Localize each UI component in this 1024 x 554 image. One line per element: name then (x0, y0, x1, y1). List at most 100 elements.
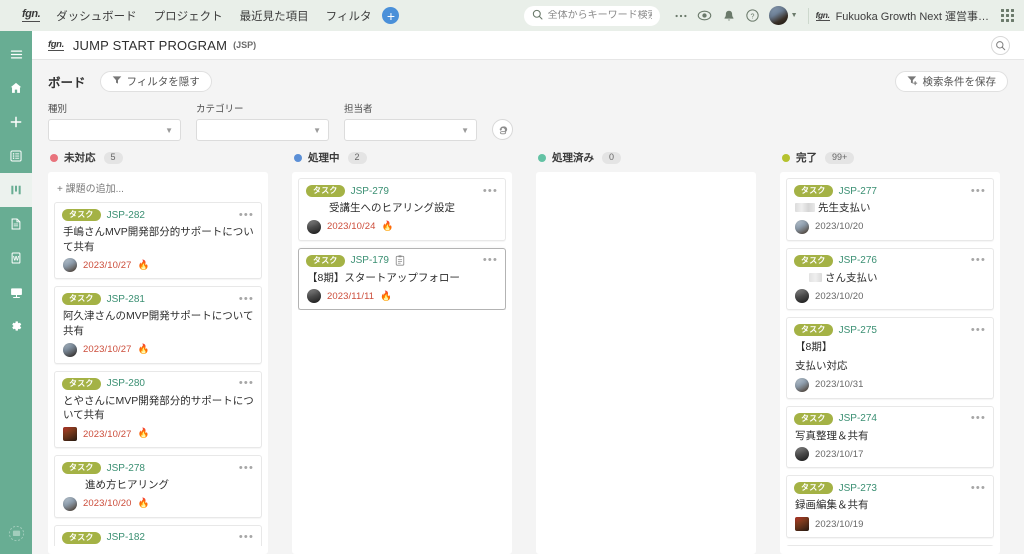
card-title: 【8期】 (795, 341, 833, 354)
brand-logo[interactable]: fgn. (22, 9, 41, 22)
issue-card[interactable]: タスク JSP-280 ••• とやさんにMVP開発部分的サポートについて共有 2023… (54, 370, 262, 449)
assignee-avatar[interactable] (63, 342, 77, 357)
issue-card[interactable]: タスクJSP-182•••【8期】レポート作成2023/11/09🔥 (54, 524, 262, 546)
card-key-link[interactable]: JSP-275 (839, 325, 877, 336)
sidebar-item-document[interactable] (0, 207, 32, 241)
add-button[interactable]: + (382, 7, 400, 24)
card-key-link[interactable]: JSP-278 (107, 463, 145, 474)
card-menu-button[interactable]: ••• (971, 185, 986, 197)
assignee-avatar[interactable] (795, 517, 809, 532)
help-icon[interactable]: ? (741, 4, 765, 28)
column-body[interactable]: タスク JSP-279 ••• 受講生へのヒアリング設定 2023/10/24 🔥 タスク J… (292, 172, 512, 554)
issue-card[interactable]: タスク JSP-282 ••• 手嶋さんMVP開発部分的サポートについて共有 2023/… (54, 202, 262, 280)
issue-card[interactable]: タスクJSP-272•••受講後の案内（池園担当）2023/10/17 (786, 545, 994, 546)
page-title[interactable]: JUMP START PROGRAM (73, 38, 227, 53)
filter-category-select[interactable]: ▼ (196, 119, 329, 141)
card-key-link[interactable]: JSP-179 (351, 255, 389, 266)
global-nav: ダッシュボード プロジェクト 最近見た項目 フィルタ (56, 8, 371, 24)
card-menu-button[interactable]: ••• (483, 255, 498, 266)
svg-text:W: W (13, 255, 19, 262)
sidebar-item-settings[interactable] (0, 309, 32, 343)
assignee-avatar[interactable] (795, 219, 809, 234)
nav-recent[interactable]: 最近見た項目 (240, 8, 309, 24)
add-issue-button[interactable]: + 課題の追加... (54, 178, 262, 202)
bell-icon[interactable] (717, 4, 741, 28)
assignee-avatar[interactable] (63, 258, 77, 273)
card-menu-button[interactable]: ••• (239, 293, 254, 305)
card-key-link[interactable]: JSP-273 (839, 483, 877, 494)
filter-type-select[interactable]: ▼ (48, 119, 181, 141)
card-menu-button[interactable]: ••• (483, 185, 498, 197)
hide-filter-button[interactable]: フィルタを隠す (99, 71, 212, 92)
column-title: 処理中 (308, 152, 340, 164)
card-menu-button[interactable]: ••• (239, 462, 254, 474)
more-icon[interactable] (669, 4, 693, 28)
card-menu-button[interactable]: ••• (971, 324, 986, 336)
card-menu-button[interactable]: ••• (971, 482, 986, 494)
card-type-tag: タスク (62, 462, 101, 475)
sidebar-item-board[interactable] (0, 173, 32, 207)
assignee-avatar[interactable] (795, 447, 809, 462)
issue-card[interactable]: タスク JSP-273 ••• 録画編集＆共有 2023/10/19 (786, 475, 994, 539)
search-input[interactable] (547, 10, 652, 21)
issue-card[interactable]: タスク JSP-281 ••• 阿久津さんのMVP開発サポートについて共有 2023/1… (54, 286, 262, 364)
card-key-link[interactable]: JSP-276 (839, 255, 877, 266)
main-panel: fgn. JUMP START PROGRAM (JSP) ボード フィルタを隠… (32, 31, 1024, 554)
card-menu-button[interactable]: ••• (971, 255, 986, 266)
space-switcher[interactable]: fgn. Fukuoka Growth Next 運営事… (815, 8, 989, 24)
card-key-link[interactable]: JSP-274 (839, 413, 877, 424)
nav-projects[interactable]: プロジェクト (154, 8, 223, 24)
card-menu-button[interactable]: ••• (239, 532, 254, 543)
board-label: ボード (48, 76, 86, 90)
column-body[interactable] (536, 172, 756, 554)
issue-card[interactable]: タスク JSP-276 ••• さん支払い 2023/10/20 (786, 247, 994, 311)
assignee-avatar[interactable] (795, 377, 809, 392)
issue-card[interactable]: タスク JSP-179 ••• 【8期】スタートアップフォロー 2023/11/11 🔥 (298, 247, 506, 311)
issue-card[interactable]: タスク JSP-279 ••• 受講生へのヒアリング設定 2023/10/24 🔥 (298, 178, 506, 241)
global-search[interactable] (523, 5, 660, 26)
reset-filter-button[interactable] (492, 119, 513, 140)
sidebar-item-list[interactable] (0, 139, 32, 173)
watch-icon[interactable] (693, 4, 717, 28)
save-search-button[interactable]: 検索条件を保存 (894, 71, 1008, 92)
card-menu-button[interactable]: ••• (239, 378, 254, 389)
status-dot (50, 153, 58, 162)
assignee-avatar[interactable] (307, 289, 321, 304)
card-key-link[interactable]: JSP-280 (107, 378, 145, 389)
assignee-avatar[interactable] (795, 289, 809, 304)
board-column: 未対応 5 + 課題の追加... タスク JSP-282 ••• 手嶋さんMVP開発部分的サ… (48, 150, 268, 554)
avatar[interactable] (768, 6, 788, 25)
nav-dashboard[interactable]: ダッシュボード (56, 8, 137, 24)
card-key-link[interactable]: JSP-279 (351, 186, 389, 197)
apps-grid-icon[interactable] (1001, 9, 1014, 22)
assignee-avatar[interactable] (63, 427, 77, 442)
chevron-down-icon[interactable]: ▼ (791, 12, 798, 19)
assignee-avatar[interactable] (63, 496, 77, 511)
issue-card[interactable]: タスク JSP-277 ••• 先生支払い 2023/10/20 (786, 178, 994, 241)
column-body[interactable]: タスク JSP-277 ••• 先生支払い 2023/10/20 タスク JSP-276 ••… (780, 172, 1000, 554)
toolbar-row-primary: ボード フィルタを隠す 検索条件を保存 (48, 71, 1008, 92)
card-key-link[interactable]: JSP-281 (107, 294, 145, 305)
sidebar-item-word-file[interactable]: W (0, 241, 32, 275)
issue-card[interactable]: タスク JSP-274 ••• 写真整理＆共有 2023/10/17 (786, 405, 994, 469)
assignee-avatar[interactable] (307, 219, 321, 234)
card-key-link[interactable]: JSP-182 (107, 532, 145, 543)
card-key-link[interactable]: JSP-282 (107, 210, 145, 221)
sidebar-item-presentation[interactable] (0, 275, 32, 309)
sidebar-item-hamburger-menu[interactable] (0, 37, 32, 71)
sidebar-item-add[interactable] (0, 105, 32, 139)
sidebar-item-home[interactable] (0, 71, 32, 105)
issue-card[interactable]: タスク JSP-278 ••• 進め方ヒアリング 2023/10/20 🔥 (54, 455, 262, 518)
nav-filter[interactable]: フィルタ (326, 8, 372, 24)
card-menu-button[interactable]: ••• (239, 209, 254, 221)
card-due-date: 2023/10/27 (83, 428, 132, 440)
project-search-icon[interactable] (991, 35, 1010, 55)
sidebar-item-app-badge[interactable] (0, 520, 32, 554)
filter-assignee-select[interactable]: ▼ (344, 119, 477, 141)
card-due-date: 2023/10/31 (815, 379, 864, 391)
card-title: さん支払い (795, 271, 986, 286)
card-key-link[interactable]: JSP-277 (839, 186, 877, 197)
issue-card[interactable]: タスク JSP-275 ••• 【8期】 支払い対応 2023/10/31 (786, 317, 994, 399)
card-menu-button[interactable]: ••• (971, 413, 986, 424)
column-body[interactable]: + 課題の追加... タスク JSP-282 ••• 手嶋さんMVP開発部分的サポートに… (48, 172, 268, 554)
